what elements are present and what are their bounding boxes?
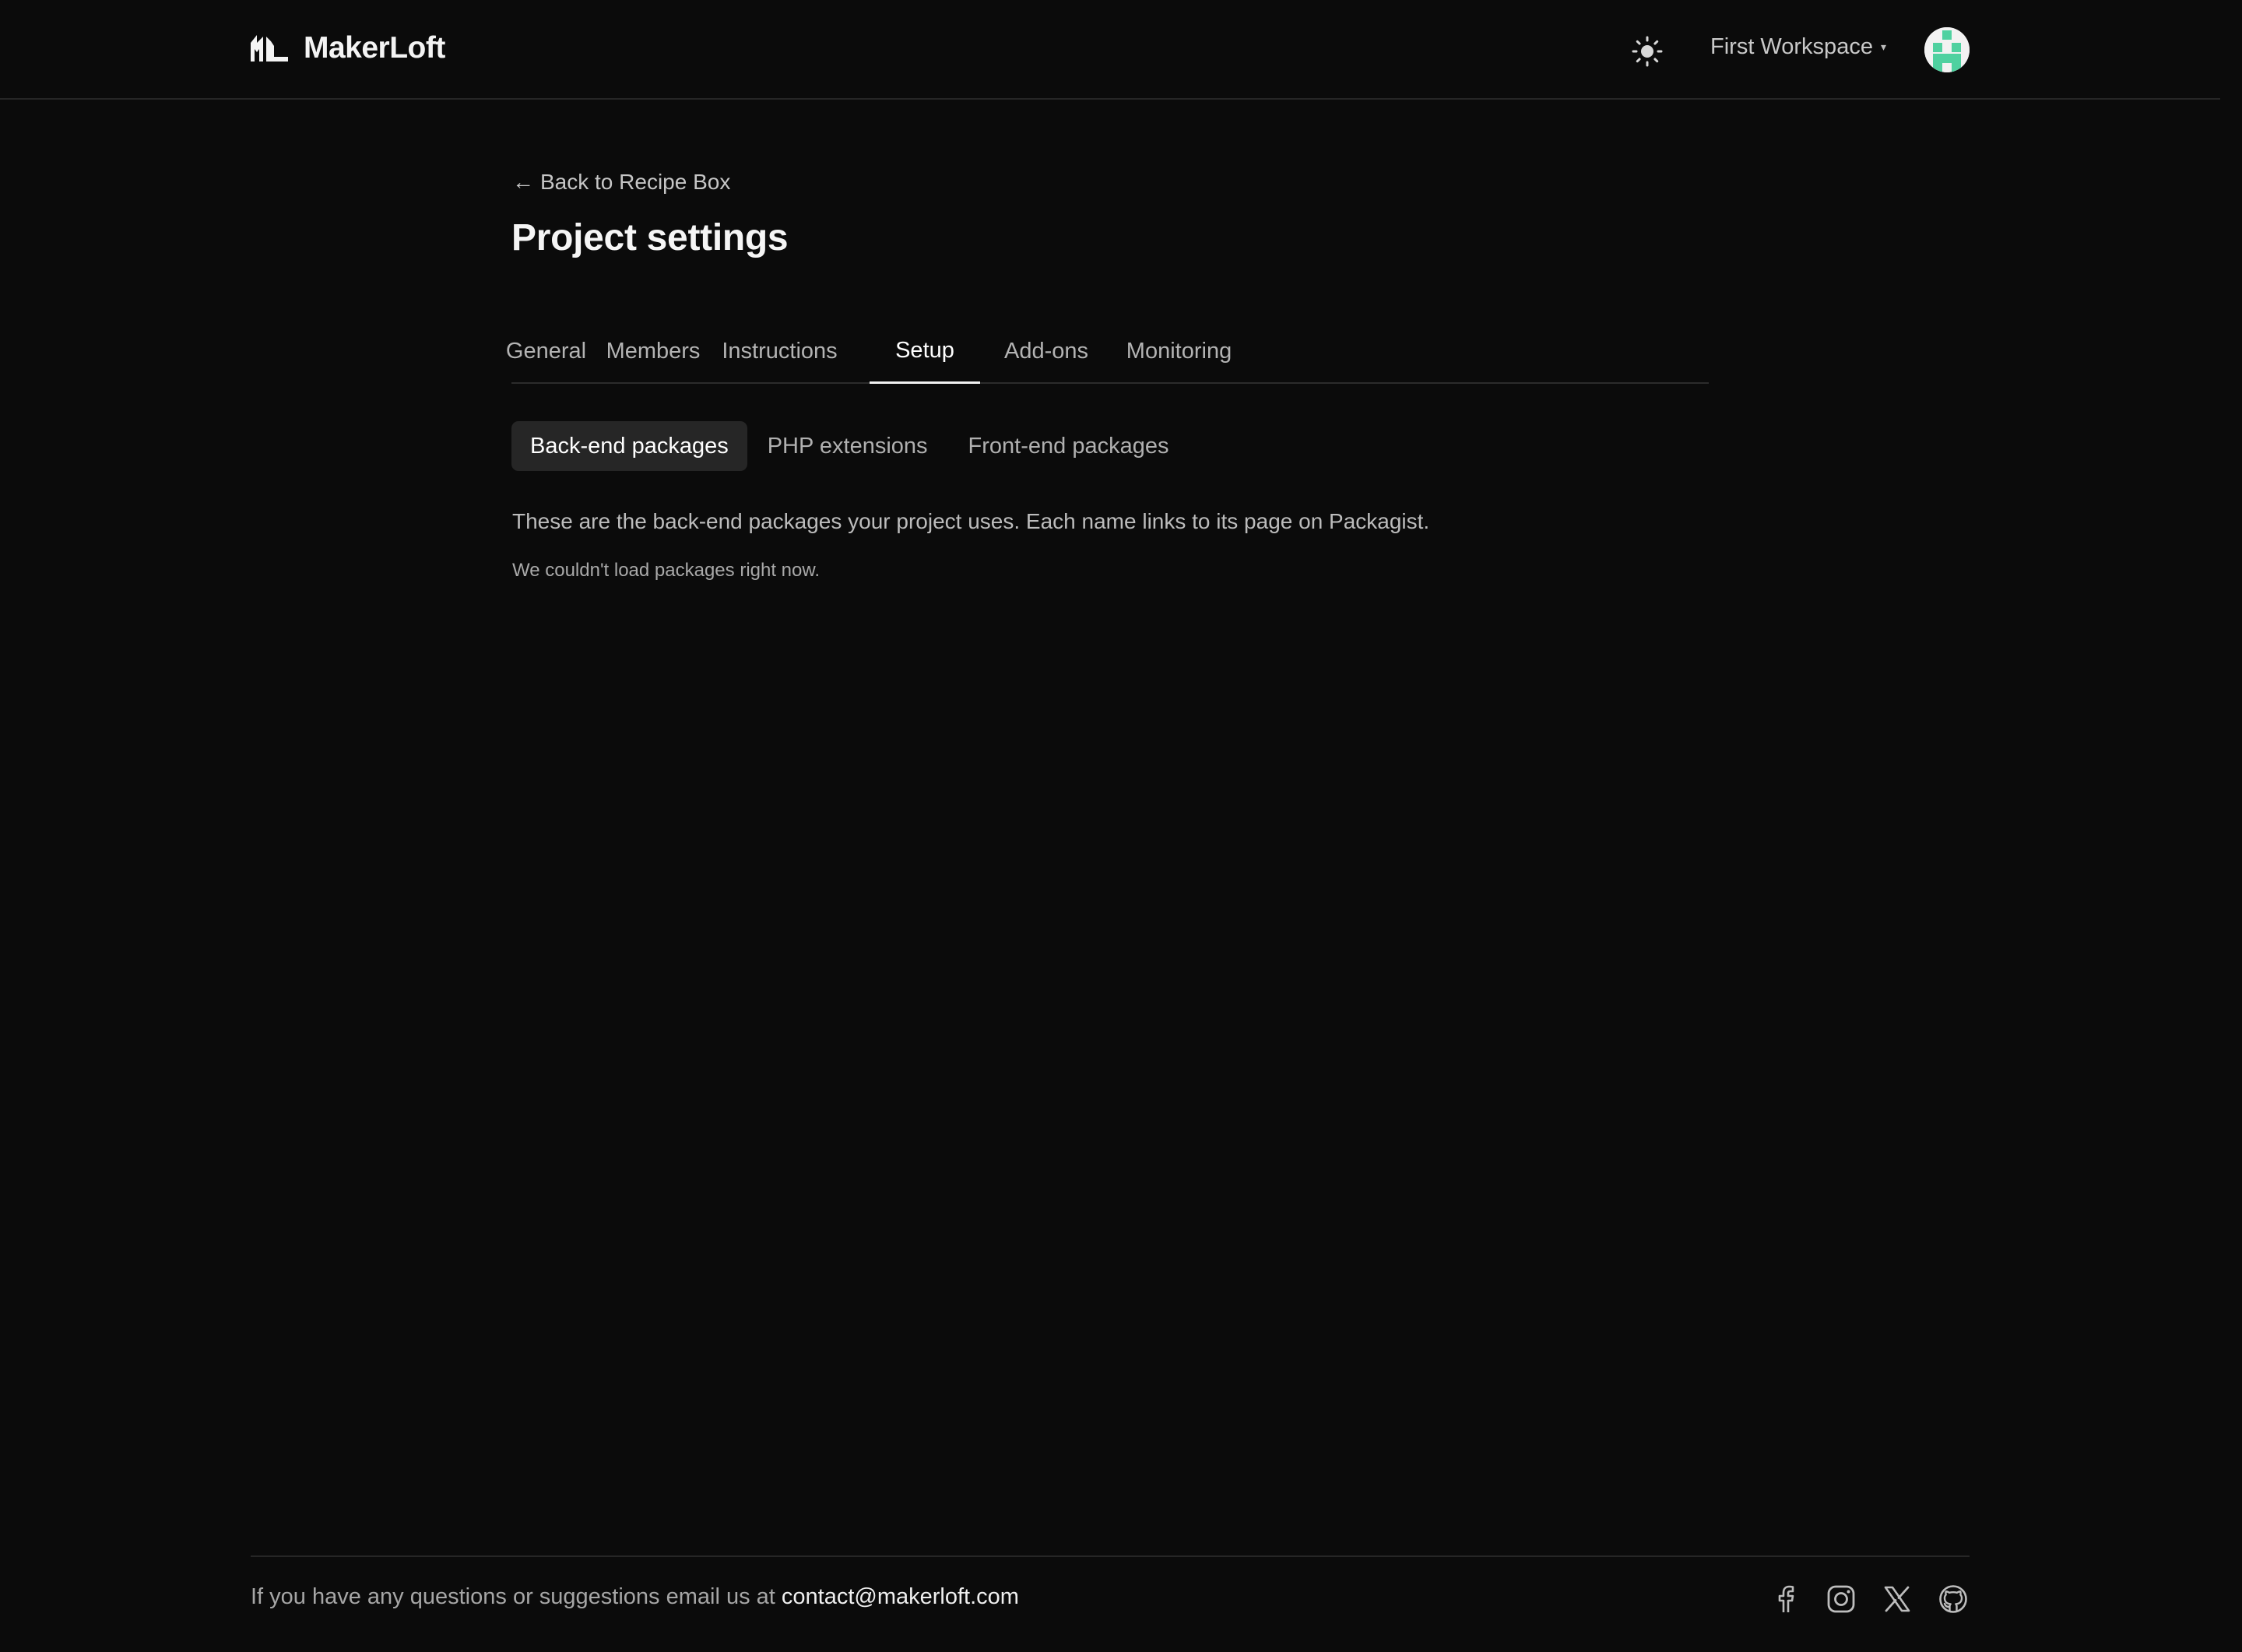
subtab-php-extensions[interactable]: PHP extensions	[747, 421, 948, 471]
footer-divider	[251, 1555, 1970, 1557]
brand-logo[interactable]: MakerLoft	[251, 31, 445, 65]
back-to-project-link[interactable]: ← Back to Recipe Box	[512, 170, 730, 195]
settings-tabs: General Members Instructions Setup Add-o…	[506, 319, 1709, 384]
subtab-front-end-packages[interactable]: Front-end packages	[948, 421, 1190, 471]
tab-members[interactable]: Members	[606, 319, 701, 384]
top-header: MakerLoft First Workspace ▾	[0, 0, 2220, 100]
facebook-icon	[1778, 1585, 1794, 1612]
user-avatar[interactable]	[1924, 27, 1970, 72]
sun-icon	[1632, 36, 1663, 67]
x-link[interactable]	[1882, 1583, 1913, 1615]
tab-setup[interactable]: Setup	[870, 319, 980, 384]
github-icon	[1939, 1585, 1967, 1613]
makerloft-logo-icon	[251, 35, 288, 62]
tab-general[interactable]: General	[506, 319, 586, 384]
footer-contact-text: If you have any questions or suggestions…	[251, 1584, 1019, 1610]
subtab-back-end-packages[interactable]: Back-end packages	[511, 421, 747, 471]
avatar-pattern	[1924, 27, 1970, 72]
tab-add-ons[interactable]: Add-ons	[1003, 319, 1090, 384]
section-description: These are the back-end packages your pro…	[512, 509, 1430, 533]
tab-monitoring[interactable]: Monitoring	[1123, 319, 1235, 384]
error-message: We couldn't load packages right now.	[512, 560, 821, 581]
workspace-name: First Workspace	[1710, 34, 1873, 59]
workspace-switcher[interactable]: First Workspace ▾	[1710, 34, 1886, 60]
x-icon	[1884, 1586, 1910, 1612]
tab-instructions[interactable]: Instructions	[722, 319, 837, 384]
instagram-link[interactable]	[1826, 1583, 1857, 1615]
footer-message: If you have any questions or suggestions…	[251, 1584, 782, 1609]
instagram-icon	[1827, 1585, 1855, 1613]
theme-toggle-button[interactable]	[1630, 34, 1664, 69]
chevron-down-icon: ▾	[1880, 40, 1886, 53]
arrow-left-icon: ←	[512, 170, 534, 194]
contact-email-link[interactable]: contact@makerloft.com	[782, 1584, 1019, 1609]
github-link[interactable]	[1938, 1583, 1969, 1615]
back-link-label: Back to Recipe Box	[540, 170, 731, 194]
page-title: Project settings	[511, 217, 789, 258]
facebook-link[interactable]	[1770, 1583, 1801, 1615]
brand-name: MakerLoft	[304, 31, 445, 65]
setup-subtabs: Back-end packages PHP extensions Front-e…	[511, 421, 1189, 471]
